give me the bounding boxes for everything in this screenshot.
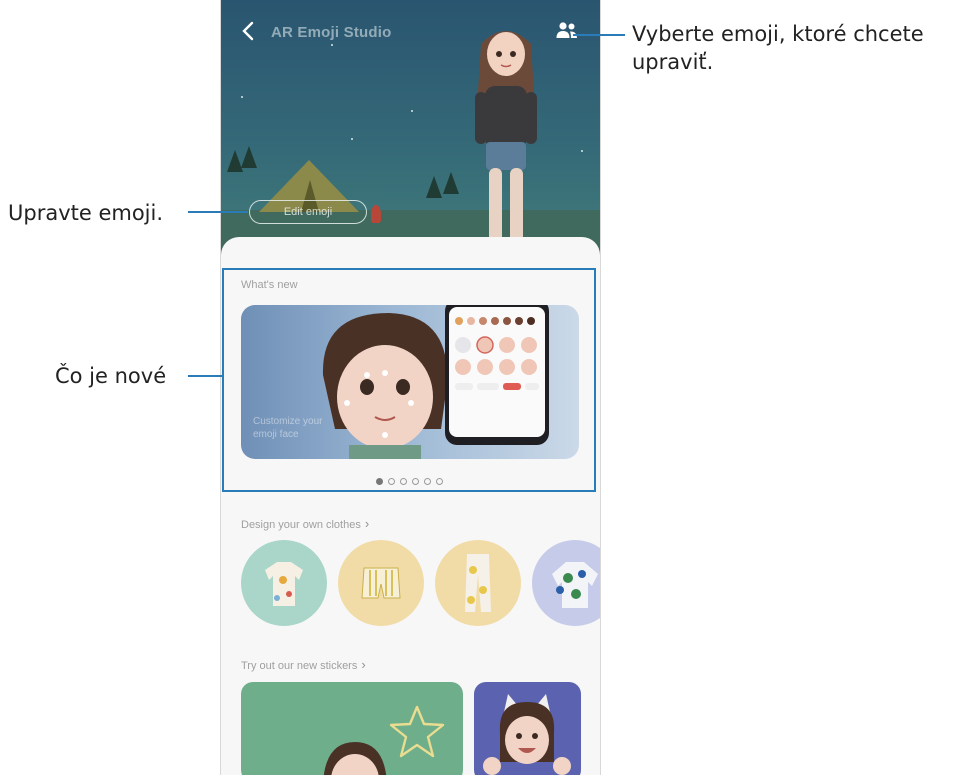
clothes-item-shirt[interactable] (241, 540, 327, 626)
people-icon (556, 22, 577, 38)
stickers-section-header[interactable]: Try out our new stickers › (241, 657, 366, 672)
chevron-right-icon: › (361, 657, 366, 672)
clothes-item-shorts[interactable] (338, 540, 424, 626)
clothes-item-pants[interactable] (435, 540, 521, 626)
back-button[interactable] (235, 20, 261, 48)
shirt-icon (265, 562, 303, 606)
shorts-icon (361, 567, 401, 599)
app-title: AR Emoji Studio (271, 24, 392, 41)
cat-ear-emoji (483, 694, 571, 775)
background-star (351, 138, 353, 140)
clothes-item-jacket[interactable] (532, 540, 600, 626)
ar-emoji-avatar (466, 31, 546, 267)
tree (443, 172, 459, 194)
stickers-label: Try out our new stickers (241, 660, 358, 672)
star-outline-icon (389, 705, 445, 758)
callout-select-emoji: Vyberte emoji, ktoré chcete upraviť. (632, 22, 924, 74)
callout-line-whats-new (188, 375, 222, 377)
clothes-carousel (241, 540, 600, 630)
jacket-icon (552, 562, 598, 608)
sticker-card-star[interactable] (241, 682, 463, 775)
background-star (411, 110, 413, 112)
pants-icon (465, 554, 491, 612)
callout-line-edit-emoji (188, 211, 248, 213)
tree (426, 176, 442, 198)
background-star (241, 96, 243, 98)
chevron-left-icon (242, 21, 254, 41)
clothes-section-header[interactable]: Design your own clothes › (241, 516, 369, 531)
callout-box-whats-new (222, 268, 596, 492)
callout-edit-emoji: Upravte emoji. (8, 201, 164, 225)
chevron-right-icon: › (364, 516, 370, 531)
callout-line-select-emoji (573, 34, 625, 36)
edit-emoji-button[interactable]: Edit emoji (249, 200, 367, 224)
stickers-carousel (241, 682, 600, 775)
sticker-emoji-face (323, 742, 387, 775)
clothes-label: Design your own clothes (241, 519, 361, 531)
callout-whats-new: Čo je nové (55, 364, 167, 388)
sticker-card-cat-ears[interactable] (474, 682, 581, 775)
background-star (581, 150, 583, 152)
campfire (371, 205, 381, 223)
tree (241, 146, 257, 168)
